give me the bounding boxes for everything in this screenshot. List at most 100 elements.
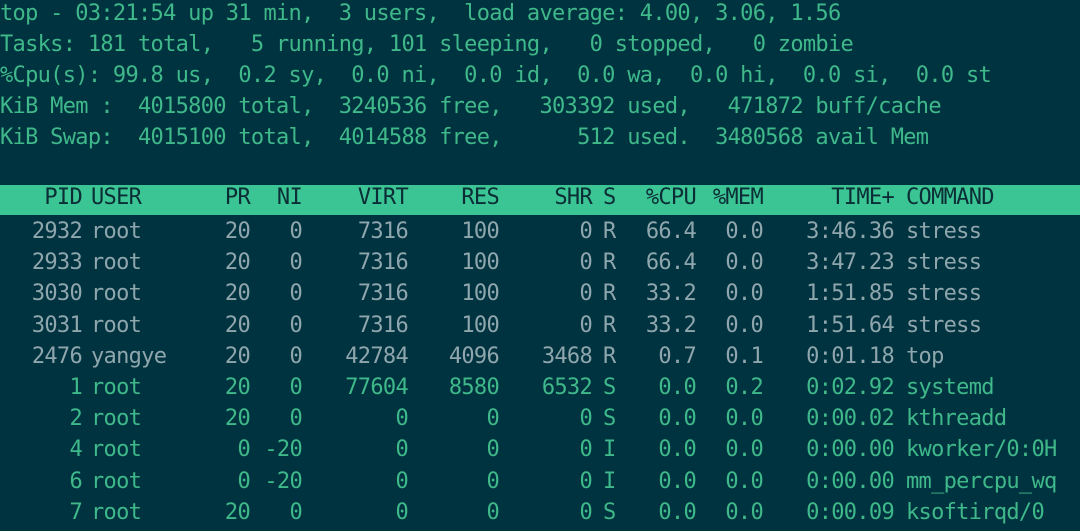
process-pr-cell: 20 xyxy=(224,250,251,276)
process-res-cell: 100 xyxy=(461,219,499,244)
process-cpu-cell: 0.0 xyxy=(658,437,696,463)
summary-tasks-line: Tasks: 181 total, 5 running, 101 sleepin… xyxy=(0,32,854,57)
process-pr-cell: 20 xyxy=(224,343,251,369)
process-time-cell: 0:00.02 xyxy=(806,406,895,432)
column-header-user: USER xyxy=(91,185,142,210)
process-shr-cell: 0 xyxy=(579,219,592,244)
column-header-ni: NI xyxy=(276,185,303,210)
process-command-cell: stress xyxy=(906,219,982,244)
process-cpu-cell: 0.7 xyxy=(658,343,696,369)
process-time-cell: 1:51.85 xyxy=(806,281,895,307)
process-row[interactable]: 3031 root 20 0 7316 100 0 R 33.2 0.0 1:51.64 stress xyxy=(0,310,1080,341)
process-virt-cell: 0 xyxy=(395,406,408,432)
process-cpu-cell: 33.2 xyxy=(645,312,697,338)
process-user-cell: root xyxy=(91,468,142,494)
process-command-cell: stress xyxy=(906,312,982,338)
terminal-window[interactable]: top - 03:21:54 up 31 min, 3 users, load … xyxy=(0,0,1080,531)
process-shr-cell: 3468 xyxy=(541,343,593,369)
process-s-cell: R xyxy=(603,343,616,369)
process-pid-cell: 6 xyxy=(69,468,82,494)
process-user-cell: root xyxy=(91,312,142,338)
process-pid-cell: 4 xyxy=(69,437,82,463)
process-shr-cell: 0 xyxy=(579,281,592,307)
process-s-cell: R xyxy=(603,219,616,244)
process-time-cell: 0:02.92 xyxy=(806,375,895,400)
process-pid-cell: 2932 xyxy=(31,219,83,244)
process-res-cell: 0 xyxy=(486,468,499,494)
process-pid-cell: 7 xyxy=(69,499,82,525)
process-shr-cell: 0 xyxy=(579,437,592,463)
process-mem-cell: 0.0 xyxy=(725,406,763,432)
process-shr-cell: 0 xyxy=(579,312,592,338)
process-res-cell: 0 xyxy=(486,437,499,463)
process-mem-cell: 0.0 xyxy=(725,312,763,338)
column-header-shr: SHR xyxy=(554,185,592,210)
process-row[interactable]: 2932 root 20 0 7316 100 0 R 66.4 0.0 3:46.36 stress xyxy=(0,216,1080,247)
process-pr-cell: 20 xyxy=(224,406,251,432)
process-user-cell: root xyxy=(91,406,142,432)
process-shr-cell: 0 xyxy=(579,468,592,494)
process-row[interactable]: 2933 root 20 0 7316 100 0 R 66.4 0.0 3:47.23 stress xyxy=(0,247,1080,278)
process-s-cell: S xyxy=(603,375,616,400)
process-row[interactable]: 2476 yangye 20 0 42784 4096 3468 R 0.7 0.1 0:01.18… xyxy=(0,341,1080,372)
column-header-time: TIME+ xyxy=(831,185,894,210)
process-ni-cell: 0 xyxy=(289,219,302,244)
process-time-cell: 1:51.64 xyxy=(806,312,895,338)
process-mem-cell: 0.0 xyxy=(725,250,763,276)
process-row[interactable]: 7 root 20 0 0 0 0 S 0.0 0.0 0:00.09 ksoftirqd/0 xyxy=(0,497,1080,528)
process-row[interactable]: 2 root 20 0 0 0 0 S 0.0 0.0 0:00.02 kthreadd xyxy=(0,403,1080,434)
process-row[interactable]: 6 root 0 -20 0 0 0 I 0.0 0.0 0:00.00 mm_percpu_wq xyxy=(0,466,1080,497)
process-command-cell: systemd xyxy=(906,375,995,400)
process-row[interactable]: 3030 root 20 0 7316 100 0 R 33.2 0.0 1:51.85 stress xyxy=(0,278,1080,309)
process-virt-cell: 7316 xyxy=(357,312,409,338)
process-command-cell: kworker/0:0H xyxy=(906,437,1057,463)
process-pr-cell: 20 xyxy=(224,219,251,244)
process-time-cell: 0:01.18 xyxy=(806,343,895,369)
process-ni-cell: 0 xyxy=(289,406,302,432)
process-pid-cell: 2476 xyxy=(31,343,83,369)
summary-swap-line: KiB Swap: 4015100 total, 4014588 free, 5… xyxy=(0,125,929,150)
process-shr-cell: 0 xyxy=(579,250,592,276)
summary-cpu-line: %Cpu(s): 99.8 us, 0.2 sy, 0.0 ni, 0.0 id… xyxy=(0,63,992,88)
process-row[interactable]: 1 root 20 0 77604 8580 6532 S 0.0 0.2 0:02.92 syste… xyxy=(0,372,1080,403)
process-ni-cell: 0 xyxy=(289,312,302,338)
column-header-mem: %MEM xyxy=(712,185,764,210)
process-cpu-cell: 0.0 xyxy=(658,468,696,494)
process-virt-cell: 42784 xyxy=(345,343,408,369)
process-row[interactable]: 4 root 0 -20 0 0 0 I 0.0 0.0 0:00.00 kworker/0:0H xyxy=(0,434,1080,465)
process-user-cell: root xyxy=(91,375,142,400)
process-user-cell: root xyxy=(91,499,142,525)
process-command-cell: ksoftirqd/0 xyxy=(906,499,1045,525)
process-virt-cell: 7316 xyxy=(357,281,409,307)
process-pr-cell: 20 xyxy=(224,499,251,525)
process-mem-cell: 0.0 xyxy=(725,281,763,307)
process-table-header: PID USER PR NI VIRT RES SHR S %CPU %MEM … xyxy=(0,185,1080,215)
process-cpu-cell: 66.4 xyxy=(645,250,697,276)
process-ni-cell: 0 xyxy=(289,375,302,400)
process-mem-cell: 0.0 xyxy=(725,468,763,494)
summary-mem-line: KiB Mem : 4015800 total, 3240536 free, 3… xyxy=(0,94,942,119)
process-command-cell: stress xyxy=(906,250,982,276)
process-pr-cell: 20 xyxy=(224,281,251,307)
process-cpu-cell: 33.2 xyxy=(645,281,697,307)
process-ni-cell: 0 xyxy=(289,499,302,525)
process-res-cell: 100 xyxy=(461,312,499,338)
process-ni-cell: 0 xyxy=(289,343,302,369)
process-ni-cell: -20 xyxy=(264,468,302,494)
process-pid-cell: 3031 xyxy=(31,312,83,338)
column-header-cpu: %CPU xyxy=(645,185,697,210)
process-command-cell: kthreadd xyxy=(906,406,1007,432)
process-mem-cell: 0.1 xyxy=(725,343,763,369)
process-cpu-cell: 66.4 xyxy=(645,219,697,244)
process-mem-cell: 0.0 xyxy=(725,499,763,525)
column-header-res: RES xyxy=(461,185,499,210)
process-s-cell: R xyxy=(603,312,616,338)
process-mem-cell: 0.0 xyxy=(725,219,763,244)
process-cpu-cell: 0.0 xyxy=(658,499,696,525)
column-header-state: S xyxy=(603,185,616,210)
process-pid-cell: 1 xyxy=(69,375,82,400)
process-res-cell: 100 xyxy=(461,281,499,307)
column-header-command: COMMAND xyxy=(906,185,995,210)
process-res-cell: 8580 xyxy=(448,375,500,400)
column-header-pid: PID xyxy=(44,185,82,210)
